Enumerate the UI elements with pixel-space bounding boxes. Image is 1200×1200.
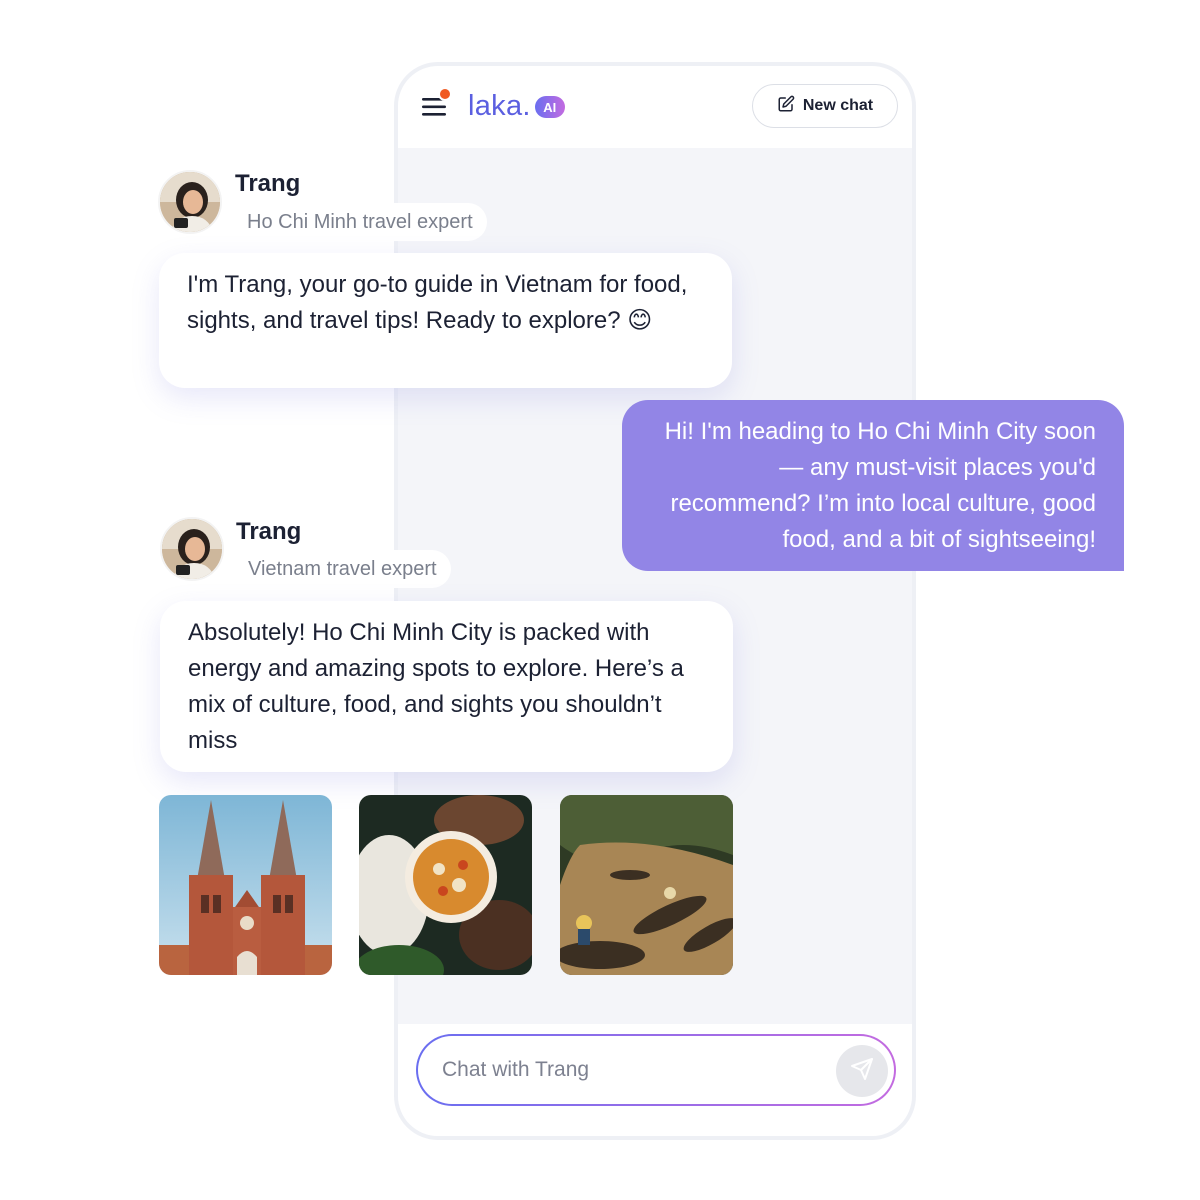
chat-input[interactable] — [442, 1036, 822, 1104]
trang-avatar[interactable] — [160, 517, 224, 581]
new-chat-button[interactable]: New chat — [752, 84, 898, 128]
outgoing-message-bubble: Hi! I'm heading to Ho Chi Minh City soon… — [622, 400, 1124, 571]
logo-text: laka. — [468, 89, 531, 122]
river-boats-photo[interactable] — [560, 795, 733, 975]
ai-badge: AI — [534, 96, 565, 118]
send-button[interactable] — [836, 1045, 888, 1097]
chat-input-container — [418, 1036, 894, 1104]
edit-icon — [777, 95, 795, 118]
trang-avatar[interactable] — [158, 170, 222, 234]
incoming-message-bubble: I'm Trang, your go-to guide in Vietnam f… — [159, 253, 732, 388]
chat-input-border — [416, 1034, 896, 1106]
new-chat-label: New chat — [802, 97, 874, 114]
send-icon — [850, 1057, 874, 1086]
composer — [398, 1024, 912, 1136]
food-bowl-photo[interactable] — [359, 795, 532, 975]
notification-dot — [438, 87, 452, 101]
sender-role-badge: Ho Chi Minh travel expert — [233, 203, 487, 241]
sender-name: Trang — [236, 518, 302, 545]
app-header: laka. AI New chat — [398, 66, 912, 148]
app-logo: laka. AI — [468, 88, 565, 124]
sender-role-badge: Vietnam travel expert — [234, 550, 451, 588]
sender-name: Trang — [235, 170, 301, 197]
cathedral-photo[interactable] — [159, 795, 332, 975]
incoming-message-bubble: Absolutely! Ho Chi Minh City is packed w… — [160, 601, 733, 772]
